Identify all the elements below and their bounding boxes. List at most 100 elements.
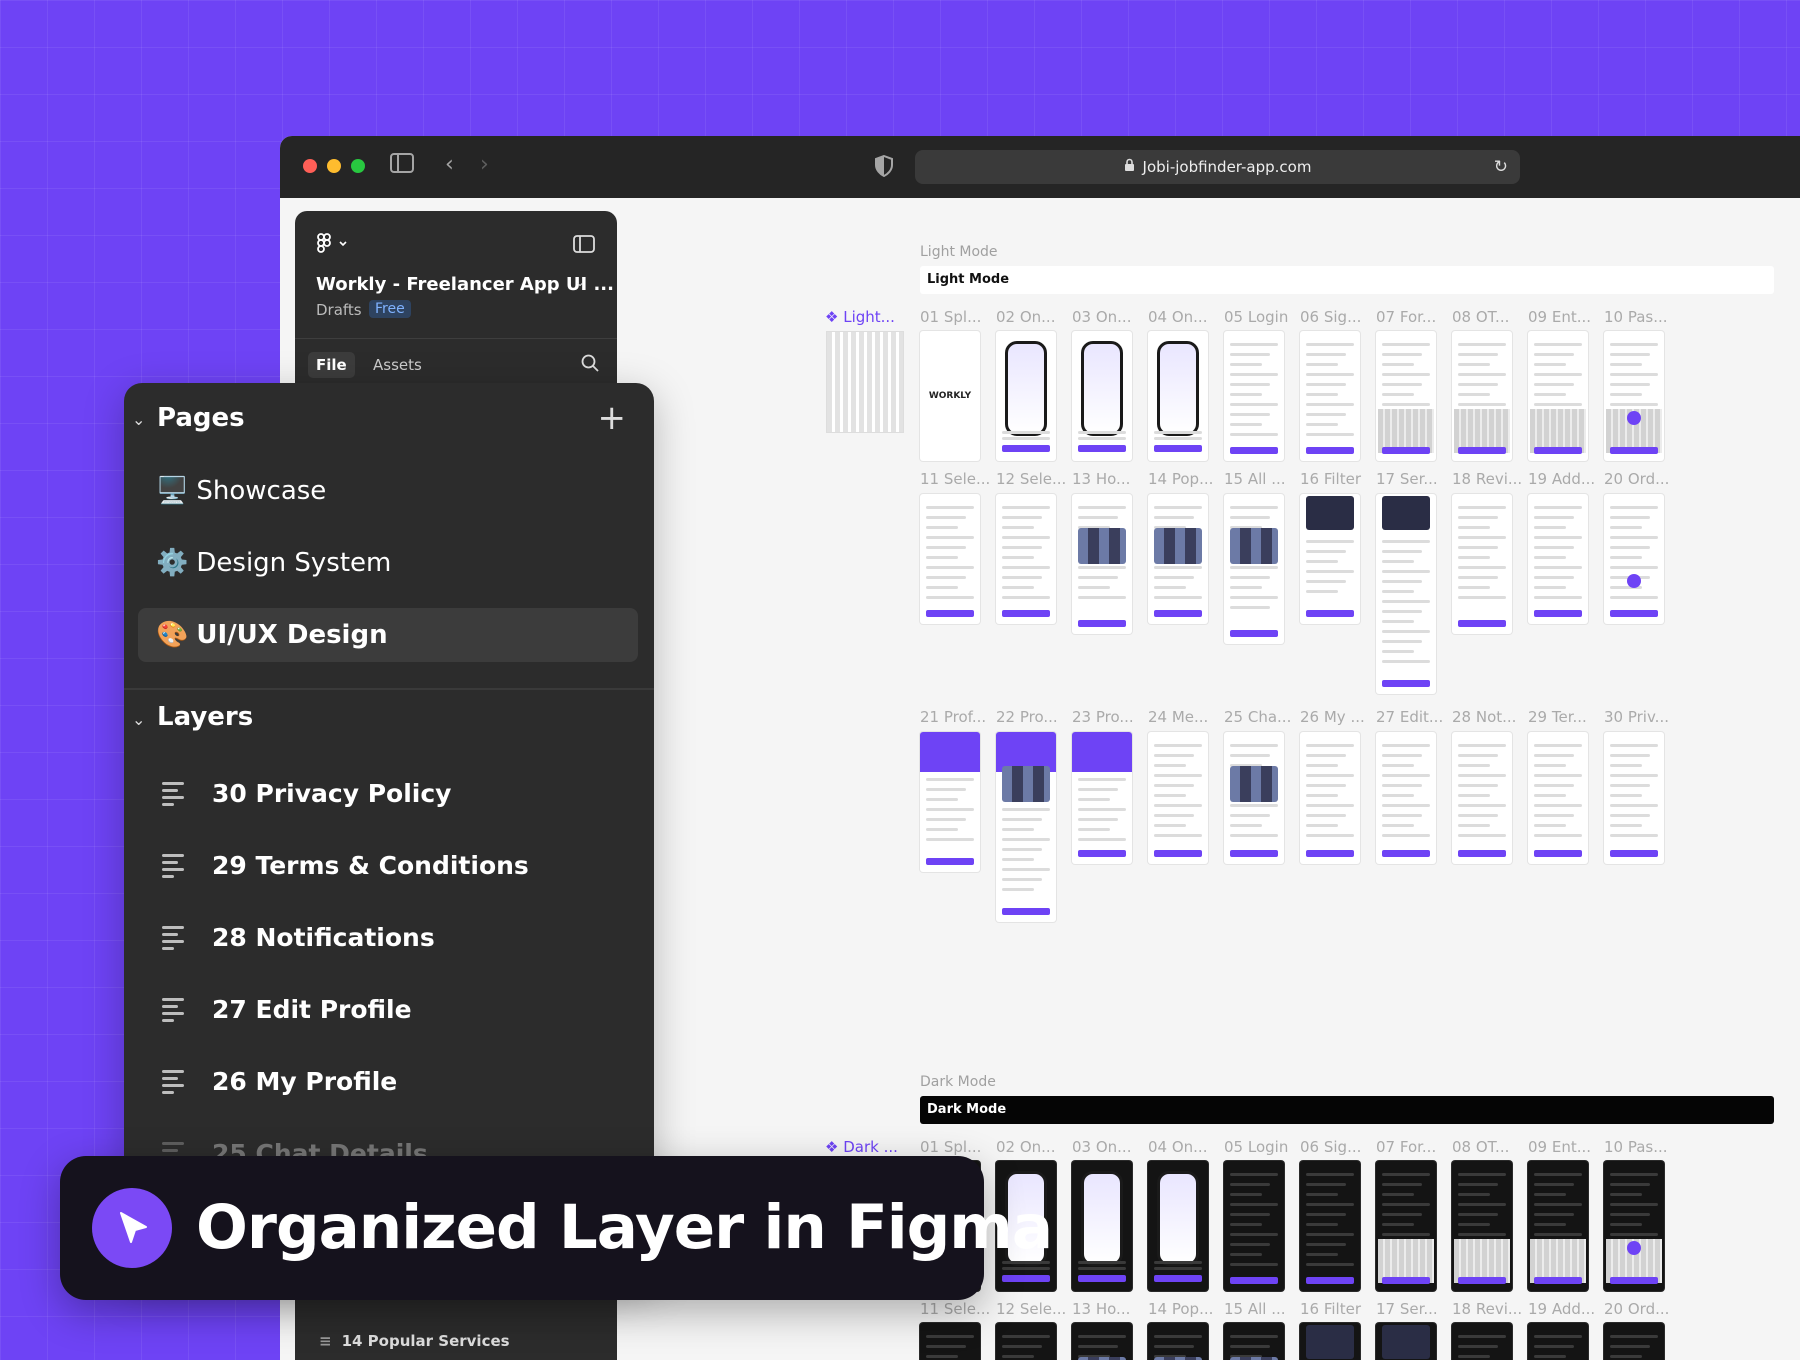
frame-label[interactable]: 15 All ... [1224, 1300, 1300, 1318]
screen-frame-thumbnail[interactable] [1604, 494, 1664, 624]
screen-frame-thumbnail[interactable] [920, 1323, 980, 1360]
panel-layout-icon[interactable] [573, 235, 595, 257]
layer-item[interactable]: 27 Edit Profile [162, 989, 412, 1029]
screen-frame-thumbnail[interactable] [920, 732, 980, 872]
screen-frame-thumbnail[interactable] [920, 494, 980, 624]
frame-label[interactable]: 22 Pro... [996, 708, 1072, 726]
frame-label[interactable]: 23 Pro... [1072, 708, 1148, 726]
screen-frame-thumbnail[interactable] [996, 331, 1056, 461]
sidebar-toggle-icon[interactable] [390, 153, 414, 178]
screen-frame-thumbnail[interactable] [1224, 1161, 1284, 1291]
screen-frame-thumbnail[interactable] [1148, 331, 1208, 461]
pages-chevron-icon[interactable]: ⌄ [132, 410, 145, 429]
frame-label[interactable]: 05 Login [1224, 1138, 1300, 1156]
screen-frame-thumbnail[interactable] [996, 494, 1056, 624]
frame-label[interactable]: 15 All ... [1224, 470, 1300, 488]
bottom-layer-row[interactable]: ≡ 14 Popular Services [319, 1332, 510, 1350]
reload-icon[interactable]: ↻ [1494, 157, 1508, 177]
frame-label[interactable]: 07 For... [1376, 1138, 1452, 1156]
frame-label[interactable]: 13 Ho... [1072, 1300, 1148, 1318]
screen-frame-thumbnail[interactable] [996, 732, 1056, 922]
shield-icon[interactable] [875, 154, 893, 182]
screen-frame-thumbnail[interactable] [1148, 1161, 1208, 1291]
frame-label[interactable]: 06 Sig... [1300, 308, 1376, 326]
frame-label[interactable]: 03 On... [1072, 308, 1148, 326]
frame-label[interactable]: 29 Ter... [1528, 708, 1604, 726]
tab-file[interactable]: File [308, 352, 355, 378]
frame-label[interactable]: 11 Sele... [920, 1300, 996, 1318]
light-section-thumbnail[interactable] [827, 332, 903, 432]
screen-frame-thumbnail[interactable] [1528, 331, 1588, 461]
screen-frame-thumbnail[interactable] [1376, 1161, 1436, 1291]
frame-label[interactable]: 08 OT... [1452, 308, 1528, 326]
screen-frame-thumbnail[interactable] [1452, 732, 1512, 864]
frame-label[interactable]: 16 Filter [1300, 470, 1376, 488]
minimize-window-button[interactable] [327, 159, 341, 173]
screen-frame-thumbnail[interactable] [1604, 1323, 1664, 1360]
dark-section-frame-label[interactable]: ❖ Dark ... [825, 1138, 898, 1156]
frame-label[interactable]: 19 Add... [1528, 470, 1604, 488]
frame-label[interactable]: 18 Revi... [1452, 470, 1528, 488]
layer-item[interactable]: 26 My Profile [162, 1061, 397, 1101]
screen-frame-thumbnail[interactable] [1452, 1323, 1512, 1360]
screen-frame-thumbnail[interactable] [1224, 1323, 1284, 1360]
screen-frame-thumbnail[interactable] [1224, 331, 1284, 461]
screen-frame-thumbnail[interactable] [1300, 331, 1360, 461]
frame-label[interactable]: 09 Ent... [1528, 308, 1604, 326]
frame-label[interactable]: 19 Add... [1528, 1300, 1604, 1318]
light-section-frame-label[interactable]: ❖ Light... [825, 308, 895, 326]
screen-frame-thumbnail[interactable] [996, 1323, 1056, 1360]
add-page-icon[interactable]: + [598, 401, 627, 435]
screen-frame-thumbnail[interactable] [1604, 1161, 1664, 1291]
frame-label[interactable]: 08 OT... [1452, 1138, 1528, 1156]
screen-frame-thumbnail[interactable] [1224, 732, 1284, 864]
screen-frame-thumbnail[interactable]: WORKLY [920, 331, 980, 461]
screen-frame-thumbnail[interactable] [1148, 732, 1208, 864]
frame-label[interactable]: 20 Ord... [1604, 470, 1680, 488]
frame-label[interactable]: 28 Not... [1452, 708, 1528, 726]
screen-frame-thumbnail[interactable] [1452, 331, 1512, 461]
dark-mode-bar[interactable]: Dark Mode [920, 1096, 1774, 1124]
screen-frame-thumbnail[interactable] [1072, 331, 1132, 461]
frame-label[interactable]: 02 On... [996, 308, 1072, 326]
frame-label[interactable]: 18 Revi... [1452, 1300, 1528, 1318]
maximize-window-button[interactable] [351, 159, 365, 173]
frame-label[interactable]: 21 Prof... [920, 708, 996, 726]
frame-label[interactable]: 14 Pop... [1148, 470, 1224, 488]
screen-frame-thumbnail[interactable] [1300, 1161, 1360, 1291]
frame-label[interactable]: 13 Ho... [1072, 470, 1148, 488]
screen-frame-thumbnail[interactable] [1072, 1161, 1132, 1291]
screen-frame-thumbnail[interactable] [1072, 494, 1132, 634]
screen-frame-thumbnail[interactable] [1300, 494, 1360, 624]
screen-frame-thumbnail[interactable] [1528, 494, 1588, 624]
screen-frame-thumbnail[interactable] [1528, 1161, 1588, 1291]
screen-frame-thumbnail[interactable] [1300, 1323, 1360, 1360]
frame-label[interactable]: 04 On... [1148, 1138, 1224, 1156]
frame-label[interactable]: 09 Ent... [1528, 1138, 1604, 1156]
frame-label[interactable]: 14 Pop... [1148, 1300, 1224, 1318]
screen-frame-thumbnail[interactable] [1148, 494, 1208, 624]
page-design-system[interactable]: ⚙️ Design System [138, 536, 638, 590]
screen-frame-thumbnail[interactable] [1376, 494, 1436, 694]
address-bar[interactable]: Jobi-jobfinder-app.com ↻ [915, 150, 1520, 184]
layers-chevron-icon[interactable]: ⌄ [132, 710, 145, 729]
frame-label[interactable]: 10 Pas... [1604, 1138, 1680, 1156]
screen-frame-thumbnail[interactable] [1604, 732, 1664, 864]
frame-label[interactable]: 26 My ... [1300, 708, 1376, 726]
layer-item[interactable]: 29 Terms & Conditions [162, 845, 529, 885]
frame-label[interactable]: 16 Filter [1300, 1300, 1376, 1318]
frame-label[interactable]: 30 Priv... [1604, 708, 1680, 726]
frame-label[interactable]: 04 On... [1148, 308, 1224, 326]
screen-frame-thumbnail[interactable] [1376, 331, 1436, 461]
tab-assets[interactable]: Assets [373, 356, 422, 374]
frame-label[interactable]: 01 Spl... [920, 308, 996, 326]
frame-label[interactable]: 02 On... [996, 1138, 1072, 1156]
light-mode-bar[interactable]: Light Mode [920, 266, 1774, 294]
screen-frame-thumbnail[interactable] [1604, 331, 1664, 461]
screen-frame-thumbnail[interactable] [1452, 1161, 1512, 1291]
frame-label[interactable]: 07 For... [1376, 308, 1452, 326]
screen-frame-thumbnail[interactable] [1072, 732, 1132, 864]
close-window-button[interactable] [303, 159, 317, 173]
screen-frame-thumbnail[interactable] [1148, 1323, 1208, 1360]
page-ui-ux-design[interactable]: 🎨 UI/UX Design [138, 608, 638, 662]
